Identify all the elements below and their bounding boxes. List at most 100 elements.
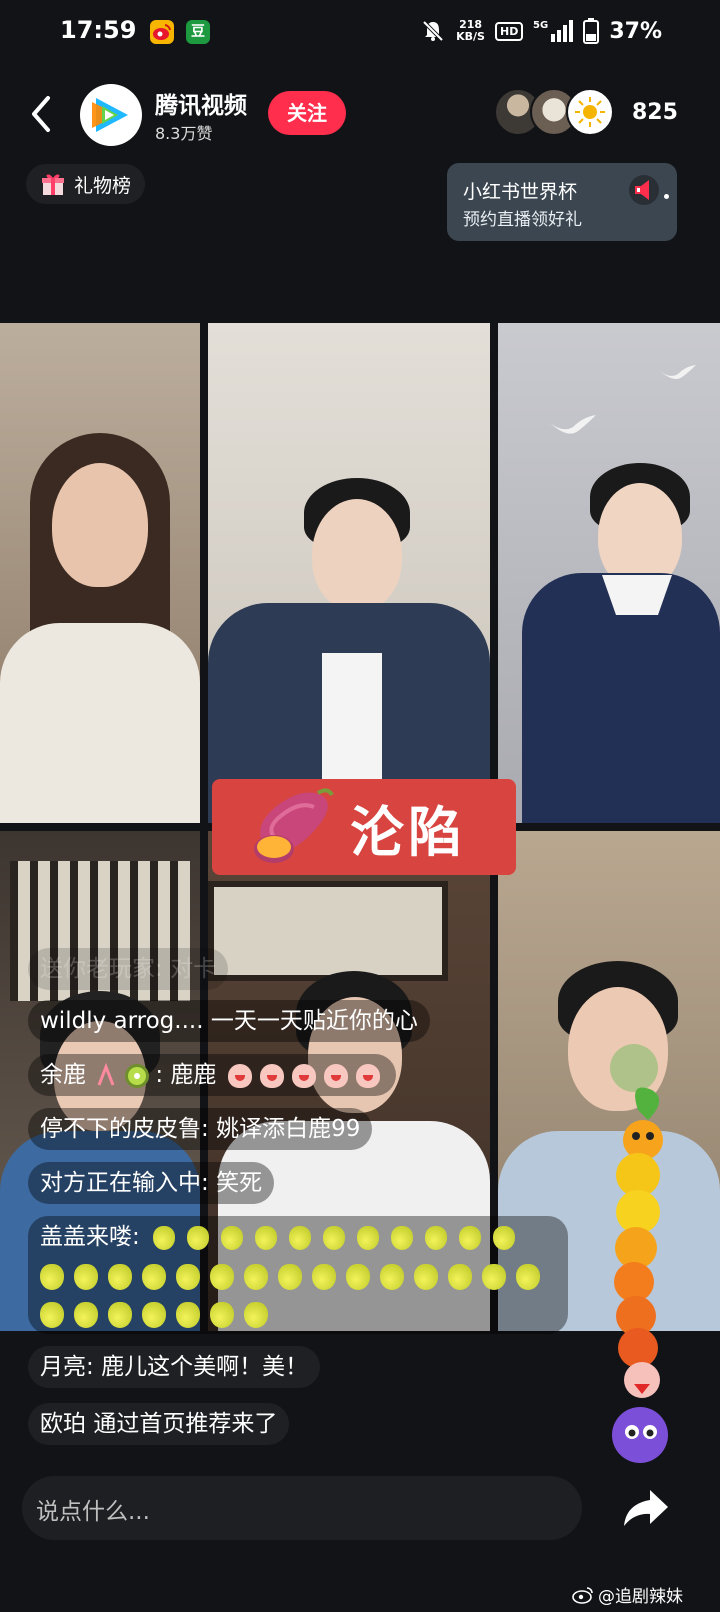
pear-emoji-icon	[187, 1225, 210, 1250]
network-speed-unit: KB/S	[456, 30, 485, 43]
chat-separator: :	[201, 1170, 217, 1196]
pear-emoji-icon	[74, 1264, 98, 1290]
douban-icon: 豆	[186, 20, 210, 44]
promo-title: 小红书世界杯	[463, 181, 578, 203]
peach-emoji-icon	[291, 1063, 316, 1088]
battery-percent: 37%	[609, 18, 662, 44]
pear-emoji-icon	[40, 1264, 64, 1290]
host-name[interactable]: 腾讯视频	[155, 86, 247, 120]
status-time: 17:59	[60, 16, 137, 44]
sticker-text: 沦陷	[350, 800, 466, 864]
watermark: @追剧辣妹	[572, 1582, 683, 1607]
pear-emoji-icon	[516, 1264, 540, 1290]
chat-message: 月亮: 鹿儿这个美啊！美！	[28, 1346, 321, 1388]
viewer-count[interactable]: 825	[632, 100, 678, 125]
chat-user: 余鹿	[40, 1062, 86, 1088]
chat-text: 鹿儿这个美啊！美！	[101, 1354, 309, 1380]
pear-emoji-icon	[74, 1302, 98, 1328]
pear-emoji-icon	[493, 1225, 516, 1250]
video-tile-2[interactable]	[208, 323, 490, 823]
promo-subtitle: 预约直播领好礼	[463, 210, 582, 230]
pear-emoji-icon	[142, 1264, 166, 1290]
chat-separator: :	[132, 1224, 148, 1250]
chat-user: 盖盖来喽	[40, 1224, 132, 1250]
pear-emoji-row	[40, 1262, 550, 1292]
pear-emoji-icon	[278, 1264, 302, 1290]
chat-text: 笑死	[216, 1170, 263, 1196]
pear-emoji-icon	[40, 1302, 64, 1328]
chat-message: 停不下的皮皮鲁: 姚译添白鹿99	[28, 1108, 373, 1150]
chat-user: 对方正在输入中	[40, 1170, 201, 1196]
user-badge-icon	[97, 1062, 115, 1086]
chat-separator: :	[201, 1116, 217, 1142]
chat-separator: :	[86, 1354, 102, 1380]
pear-emoji-icon	[323, 1225, 346, 1250]
gift-rank-label: 礼物榜	[74, 174, 132, 197]
watermark-text: @追剧辣妹	[598, 1587, 683, 1607]
pear-emoji-icon	[448, 1264, 472, 1290]
chat-message: wildly arrog.... 一天一天贴近你的心	[28, 1000, 430, 1042]
pear-emoji-icon	[414, 1264, 438, 1290]
chat-text: 对卡	[170, 956, 217, 982]
chat-message: 余鹿 : 鹿鹿	[28, 1054, 396, 1096]
host-likes: 8.3万赞	[155, 124, 213, 143]
chat-text: 鹿鹿	[170, 1062, 217, 1088]
sun-icon	[575, 97, 605, 127]
pear-emoji-icon	[244, 1302, 268, 1328]
follow-button[interactable]: 关注	[268, 91, 346, 135]
chat-text: 姚译添白鹿99	[216, 1116, 361, 1142]
megaphone-icon	[629, 175, 659, 205]
chat-text: 一天一天贴近你的心	[210, 1008, 418, 1034]
promo-card[interactable]: 小红书世界杯 预约直播领好礼	[447, 163, 677, 241]
peach-emoji-icon	[355, 1063, 380, 1088]
pear-emoji-icon	[289, 1225, 312, 1250]
pear-emoji-icon	[176, 1302, 200, 1328]
mute-bell-icon	[422, 20, 444, 42]
kiwi-icon	[125, 1063, 150, 1088]
video-tile-1[interactable]	[0, 323, 200, 823]
chat-user: 月亮	[40, 1354, 86, 1380]
chat-message: 送你老玩家: 对卡	[28, 948, 229, 990]
pear-emoji-row	[40, 1300, 278, 1330]
viewer-avatars[interactable]	[494, 88, 618, 138]
caterpillar-gift-effect-icon	[610, 1044, 668, 1463]
gift-icon	[42, 174, 64, 195]
chat-separator	[204, 1008, 211, 1034]
chat-message: 对方正在输入中: 笑死	[28, 1162, 275, 1204]
chat-user: wildly arrog....	[40, 1008, 204, 1034]
share-button[interactable]	[616, 1480, 674, 1536]
battery-icon	[583, 18, 600, 44]
pear-emoji-icon	[391, 1225, 414, 1250]
pear-emoji-icon	[482, 1264, 506, 1290]
bird-decoration-icon	[660, 365, 696, 379]
chat-message: 欧珀 通过首页推荐来了	[28, 1403, 290, 1445]
pear-emoji-icon	[357, 1225, 380, 1250]
sweet-potato-icon	[254, 788, 334, 863]
pear-emoji-icon	[459, 1225, 482, 1250]
video-tile-3[interactable]	[498, 323, 720, 823]
weibo-logo-icon	[572, 1586, 593, 1604]
back-button[interactable]	[24, 92, 60, 136]
hd-badge: HD	[494, 21, 524, 41]
signal-icon: 5G	[533, 20, 574, 42]
viewer-avatar[interactable]	[566, 88, 614, 136]
weibo-icon	[150, 20, 174, 44]
pear-emoji-icon	[312, 1264, 336, 1290]
pear-emoji-icon	[108, 1264, 132, 1290]
pear-emoji-icon	[176, 1264, 200, 1290]
pear-emoji-icon	[380, 1264, 404, 1290]
pear-emoji-icon	[244, 1264, 268, 1290]
peach-emoji-icon	[259, 1063, 284, 1088]
status-indicators: 218 KB/S HD 5G 37%	[420, 18, 662, 44]
more-indicator	[664, 194, 669, 199]
chat-separator: :	[155, 1062, 171, 1088]
pear-emoji-icon	[210, 1302, 234, 1328]
gift-rank-button[interactable]: 礼物榜	[26, 164, 146, 204]
pear-emoji-icon	[255, 1225, 278, 1250]
chat-user: 停不下的皮皮鲁	[40, 1116, 201, 1142]
comment-placeholder[interactable]: 说点什么...	[36, 1492, 150, 1526]
host-avatar[interactable]	[80, 84, 142, 146]
pear-emoji-icon	[425, 1225, 448, 1250]
tencent-video-logo-icon	[92, 98, 128, 132]
status-bar: 17:59 豆 218 KB/S HD 5G 37%	[0, 0, 720, 66]
